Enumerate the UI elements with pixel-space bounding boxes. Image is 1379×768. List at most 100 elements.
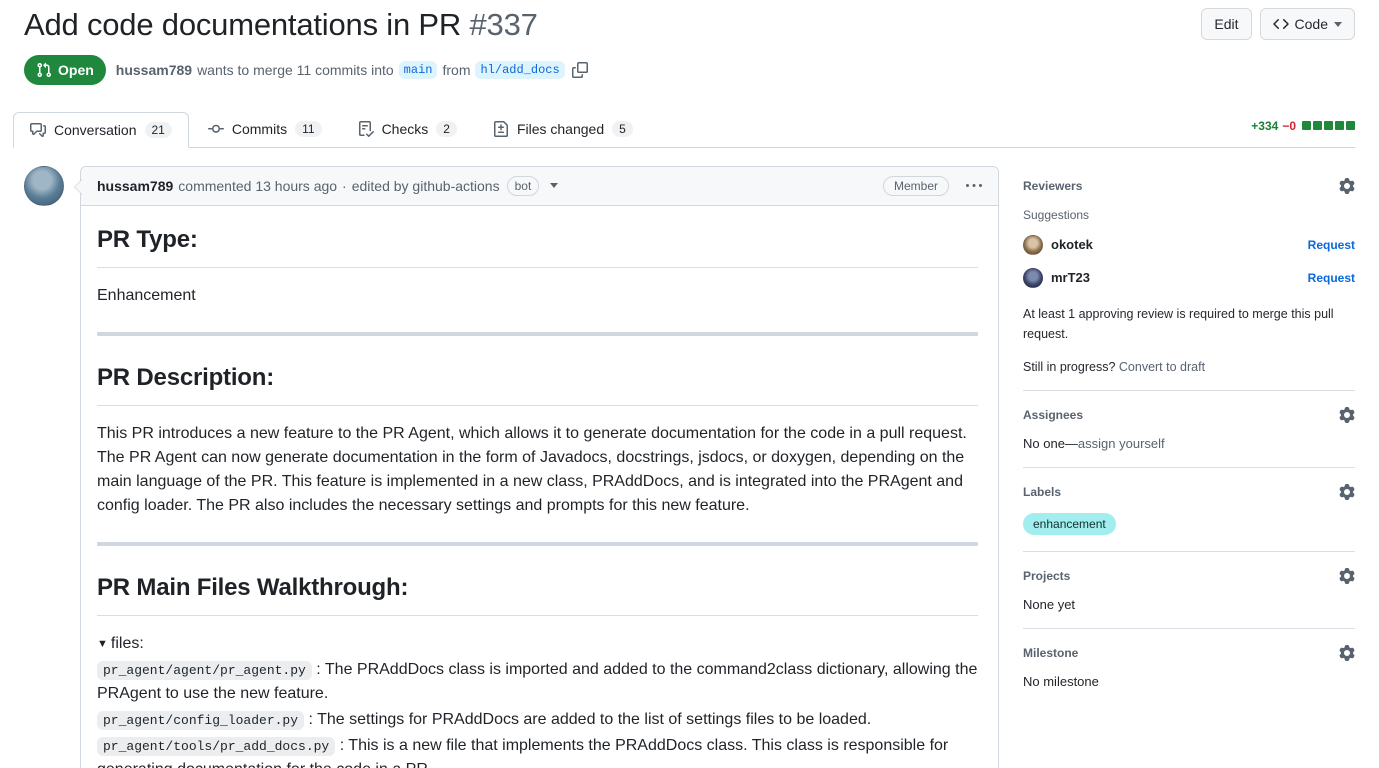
chevron-down-icon [1334, 22, 1342, 27]
section-heading-pr-description: PR Description: [97, 360, 978, 406]
diffstat-deletions: −0 [1282, 119, 1296, 133]
reviewer-suggestion-row: okotek Request [1023, 235, 1355, 255]
pr-description-text: This PR introduces a new feature to the … [97, 422, 978, 518]
member-badge: Member [883, 176, 949, 196]
edited-by-text: edited by github-actions [352, 178, 500, 194]
still-in-progress-text: Still in progress? [1023, 360, 1115, 374]
tab-commits[interactable]: Commits 11 [191, 111, 339, 147]
sidebar-section-reviewers: Reviewers Suggestions okotek Request mrT… [1023, 166, 1355, 390]
pr-state-badge: Open [24, 55, 106, 85]
from-text: from [442, 62, 470, 78]
pr-type-value: Enhancement [97, 284, 978, 308]
reviewer-name[interactable]: mrT23 [1051, 270, 1090, 285]
tab-files-changed-label: Files changed [517, 121, 604, 137]
tab-checks[interactable]: Checks 2 [341, 111, 474, 147]
tab-files-changed[interactable]: Files changed 5 [476, 111, 650, 147]
gear-icon[interactable] [1339, 178, 1355, 194]
file-path-chip: pr_agent/agent/pr_agent.py [97, 661, 312, 680]
pr-tabnav: Conversation 21 Commits 11 Checks 2 File… [13, 111, 1355, 148]
sidebar-section-labels: Labels enhancement [1023, 467, 1355, 551]
git-commit-icon [208, 121, 224, 137]
copy-icon[interactable] [572, 62, 588, 78]
divider [97, 332, 978, 336]
git-pull-request-icon [36, 62, 52, 78]
convert-to-draft-link[interactable]: Convert to draft [1119, 360, 1205, 374]
milestone-title: Milestone [1023, 646, 1078, 660]
reviewer-name[interactable]: okotek [1051, 237, 1093, 252]
reviewers-title: Reviewers [1023, 179, 1082, 193]
diff-block [1335, 121, 1344, 130]
label-enhancement[interactable]: enhancement [1023, 513, 1116, 535]
merge-summary: hussam789 wants to merge 11 commits into… [116, 61, 588, 79]
reviewer-suggestion-row: mrT23 Request [1023, 268, 1355, 288]
kebab-menu-icon[interactable] [966, 178, 982, 194]
pr-comment: hussam789 commented 13 hours ago · edite… [80, 166, 999, 768]
dot-separator: · [342, 178, 347, 194]
comment-header: hussam789 commented 13 hours ago · edite… [81, 167, 998, 206]
comment-author[interactable]: hussam789 [97, 178, 173, 194]
head-branch-chip[interactable]: hl/add_docs [475, 61, 564, 79]
gear-icon[interactable] [1339, 568, 1355, 584]
code-button[interactable]: Code [1260, 8, 1355, 40]
milestone-empty-text: No milestone [1023, 674, 1355, 689]
file-path-chip: pr_agent/config_loader.py [97, 711, 304, 730]
request-review-link[interactable]: Request [1308, 238, 1355, 252]
files-disclosure[interactable]: ▼files: [97, 632, 978, 656]
comment-action-text: commented 13 hours ago [178, 178, 337, 194]
avatar[interactable] [24, 166, 64, 206]
file-description: : The settings for PRAddDocs are added t… [304, 711, 871, 728]
pr-header: Add code documentations in PR #337 Edit … [24, 0, 1355, 85]
pr-state-label: Open [58, 62, 94, 78]
assignees-title: Assignees [1023, 408, 1083, 422]
tab-checks-count: 2 [436, 121, 457, 137]
pr-number: #337 [470, 7, 538, 42]
assignees-empty-text: No one— [1023, 436, 1078, 451]
section-heading-pr-type: PR Type: [97, 222, 978, 268]
file-diff-icon [493, 121, 509, 137]
tab-files-changed-count: 5 [612, 121, 633, 137]
edit-button[interactable]: Edit [1201, 8, 1251, 40]
sidebar-section-milestone: Milestone No milestone [1023, 628, 1355, 705]
labels-title: Labels [1023, 485, 1061, 499]
diff-block [1313, 121, 1322, 130]
avatar [1023, 268, 1043, 288]
file-walkthrough-row: pr_agent/agent/pr_agent.py : The PRAddDo… [97, 658, 978, 706]
file-walkthrough-row: pr_agent/config_loader.py : The settings… [97, 708, 978, 732]
section-heading-walkthrough: PR Main Files Walkthrough: [97, 570, 978, 616]
gear-icon[interactable] [1339, 645, 1355, 661]
request-review-link[interactable]: Request [1308, 271, 1355, 285]
pr-title-text: Add code documentations in PR [24, 7, 461, 42]
diffstat: +334 −0 [1251, 119, 1355, 139]
diff-block [1302, 121, 1311, 130]
suggestions-label: Suggestions [1023, 208, 1355, 222]
projects-title: Projects [1023, 569, 1070, 583]
tab-checks-label: Checks [382, 121, 429, 137]
avatar [1023, 235, 1043, 255]
bot-badge: bot [507, 176, 540, 196]
edit-history-chevron-icon[interactable] [550, 183, 558, 188]
file-walkthrough-row: pr_agent/tools/pr_add_docs.py : This is … [97, 734, 978, 768]
assign-yourself-link[interactable]: assign yourself [1078, 436, 1165, 451]
diffstat-additions: +334 [1251, 119, 1278, 133]
gear-icon[interactable] [1339, 484, 1355, 500]
code-icon [1273, 16, 1289, 32]
page-title: Add code documentations in PR #337 [24, 6, 538, 45]
tab-commits-count: 11 [295, 121, 321, 137]
comment-discussion-icon [30, 122, 46, 138]
divider [97, 542, 978, 546]
checklist-icon [358, 121, 374, 137]
sidebar-section-assignees: Assignees No one—assign yourself [1023, 390, 1355, 467]
gear-icon[interactable] [1339, 407, 1355, 423]
sidebar-section-projects: Projects None yet [1023, 551, 1355, 628]
base-branch-chip[interactable]: main [399, 61, 438, 79]
tab-conversation-label: Conversation [54, 122, 137, 138]
diff-block [1324, 121, 1333, 130]
comment-body: PR Type: Enhancement PR Description: Thi… [81, 206, 998, 768]
pr-author[interactable]: hussam789 [116, 62, 192, 78]
file-path-chip: pr_agent/tools/pr_add_docs.py [97, 737, 335, 756]
tab-commits-label: Commits [232, 121, 287, 137]
review-requirement-note: At least 1 approving review is required … [1023, 304, 1355, 344]
tab-conversation[interactable]: Conversation 21 [13, 112, 189, 148]
tab-conversation-count: 21 [145, 122, 172, 138]
diffstat-blocks [1302, 121, 1355, 130]
